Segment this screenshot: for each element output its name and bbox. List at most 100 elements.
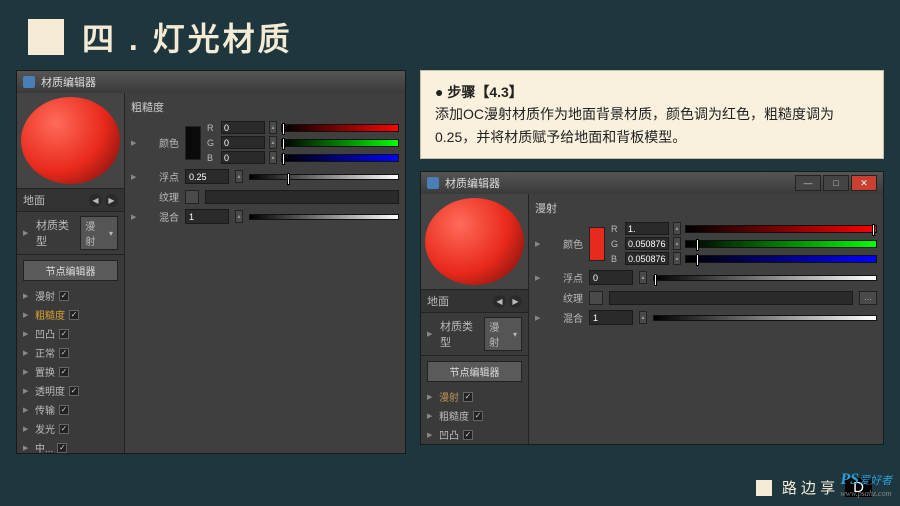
mix-input[interactable]: 1: [589, 310, 633, 325]
prop-normal[interactable]: 正常: [35, 345, 55, 360]
color-label: 颜色: [549, 236, 583, 251]
mat-type-dropdown[interactable]: 漫射: [80, 216, 118, 250]
color-swatch[interactable]: [185, 126, 201, 160]
float-label: 浮点: [145, 169, 179, 184]
left-column: 地面 ◀ ▶ ▶ 材质类型 漫射 节点编辑器 ▶漫射✓ ▶粗糙度: [17, 93, 125, 453]
g-slider[interactable]: [685, 240, 877, 248]
section-roughness: 粗糙度: [131, 99, 399, 115]
texture-browse-button[interactable]: …: [859, 291, 877, 305]
float-slider[interactable]: [653, 275, 877, 281]
content-area: 材质编辑器 地面 ◀ ▶ ▶ 材质类型: [0, 70, 900, 454]
footer-author: 路 边 享: [782, 477, 835, 498]
b-input[interactable]: 0.050876: [625, 252, 669, 265]
g-input[interactable]: 0.050876: [625, 237, 669, 250]
r-input[interactable]: 0: [221, 121, 265, 134]
expand-icon[interactable]: ▶: [131, 213, 139, 221]
prop-opacity[interactable]: 透明度: [35, 383, 65, 398]
color-label: 颜色: [145, 135, 179, 150]
prop-diffuse[interactable]: 漫射: [439, 389, 459, 404]
window-title: 材质编辑器: [41, 74, 96, 90]
watermark-ps: PS: [840, 471, 859, 488]
material-name[interactable]: 地面: [23, 192, 45, 208]
spinner-icon[interactable]: ▴: [673, 222, 681, 235]
expand-icon[interactable]: ▶: [535, 274, 543, 282]
mix-input[interactable]: 1: [185, 209, 229, 224]
spinner-icon[interactable]: ▴: [269, 151, 277, 164]
spinner-icon[interactable]: ▴: [269, 121, 277, 134]
watermark-url: www.psahz.com: [840, 489, 892, 498]
texture-menu-button[interactable]: [589, 291, 603, 305]
float-input[interactable]: 0.25: [185, 169, 229, 184]
spinner-icon[interactable]: ▴: [235, 210, 243, 223]
spinner-icon[interactable]: ▴: [639, 271, 647, 284]
g-input[interactable]: 0: [221, 136, 265, 149]
mix-slider[interactable]: [653, 315, 877, 321]
prev-arrow-icon[interactable]: ◀: [493, 295, 506, 308]
material-name[interactable]: 地面: [427, 293, 449, 309]
prev-arrow-icon[interactable]: ◀: [89, 194, 102, 207]
prop-displace[interactable]: 置换: [35, 364, 55, 379]
prop-roughness[interactable]: 粗糙度: [35, 307, 65, 322]
expand-icon[interactable]: ▶: [535, 240, 543, 248]
node-editor-button[interactable]: 节点编辑器: [427, 361, 522, 382]
prop-medium[interactable]: 中...: [35, 440, 53, 453]
titlebar[interactable]: 材质编辑器: [17, 71, 405, 93]
prop-emission[interactable]: 发光: [35, 421, 55, 436]
spinner-icon[interactable]: ▴: [235, 170, 243, 183]
minimize-button[interactable]: —: [795, 175, 821, 191]
r-slider[interactable]: [685, 225, 877, 233]
material-editor-right: 材质编辑器 — □ ✕ 地面 ◀ ▶: [420, 171, 884, 445]
prop-diffuse[interactable]: 漫射: [35, 288, 55, 303]
material-preview[interactable]: [421, 194, 528, 289]
node-editor-button[interactable]: 节点编辑器: [23, 260, 118, 281]
close-button[interactable]: ✕: [851, 175, 877, 191]
prop-roughness[interactable]: 粗糙度: [439, 408, 469, 423]
expand-icon[interactable]: ▶: [427, 330, 434, 338]
prop-bump[interactable]: 凹凸: [35, 326, 55, 341]
left-column: 地面 ◀ ▶ ▶ 材质类型 漫射 节点编辑器 ▶漫射✓ ▶粗糙度: [421, 194, 529, 444]
prop-bump[interactable]: 凹凸: [439, 427, 459, 442]
expand-icon[interactable]: ▶: [131, 173, 139, 181]
spinner-icon[interactable]: ▴: [639, 311, 647, 324]
expand-icon[interactable]: ▶: [535, 314, 543, 322]
right-column: 粗糙度 ▶ 颜色 R0▴ G0▴ B0▴ ▶ 浮点: [125, 93, 405, 453]
footer-decor-square: [756, 480, 772, 496]
material-name-row: 地面 ◀ ▶: [17, 188, 124, 212]
material-editor-left: 材质编辑器 地面 ◀ ▶ ▶ 材质类型: [16, 70, 406, 454]
material-preview[interactable]: [17, 93, 124, 188]
step-label: ● 步骤【4.3】: [435, 81, 869, 103]
texture-field[interactable]: [205, 190, 399, 204]
page-header: 四 . 灯光材质: [0, 0, 900, 70]
material-type-row: ▶ 材质类型 漫射: [17, 212, 124, 255]
instruction-box: ● 步骤【4.3】 添加OC漫射材质作为地面背景材质，颜色调为红色，粗糙度调为0…: [420, 70, 884, 159]
maximize-button[interactable]: □: [823, 175, 849, 191]
texture-field[interactable]: [609, 291, 853, 305]
next-arrow-icon[interactable]: ▶: [509, 295, 522, 308]
r-input[interactable]: 1.: [625, 222, 669, 235]
b-slider[interactable]: [685, 255, 877, 263]
prop-transmission[interactable]: 传输: [35, 402, 55, 417]
spinner-icon[interactable]: ▴: [673, 237, 681, 250]
b-slider[interactable]: [281, 154, 399, 162]
float-slider[interactable]: [249, 174, 399, 180]
mix-slider[interactable]: [249, 214, 399, 220]
color-swatch[interactable]: [589, 227, 605, 261]
texture-menu-button[interactable]: [185, 190, 199, 204]
expand-icon[interactable]: ▶: [131, 139, 139, 147]
property-list: ▶漫射✓ ▶粗糙度✓ ▶凹凸✓ ▶正常✓ ▶置换✓ ▶透明度✓ ▶传输✓ ▶发光…: [17, 286, 124, 453]
titlebar[interactable]: 材质编辑器 — □ ✕: [421, 172, 883, 194]
g-slider[interactable]: [281, 139, 399, 147]
spinner-icon[interactable]: ▴: [269, 136, 277, 149]
app-icon: [427, 177, 439, 189]
expand-icon[interactable]: ▶: [23, 229, 30, 237]
mat-type-label: 材质类型: [440, 318, 478, 350]
next-arrow-icon[interactable]: ▶: [105, 194, 118, 207]
float-input[interactable]: 0: [589, 270, 633, 285]
instruction-text: 添加OC漫射材质作为地面背景材质，颜色调为红色，粗糙度调为0.25，并将材质赋予…: [435, 103, 869, 148]
section-diffuse: 漫射: [535, 200, 877, 216]
r-slider[interactable]: [281, 124, 399, 132]
mat-type-dropdown[interactable]: 漫射: [484, 317, 522, 351]
b-input[interactable]: 0: [221, 151, 265, 164]
property-list: ▶漫射✓ ▶粗糙度✓ ▶凹凸✓ ▶正常✓: [421, 387, 528, 444]
spinner-icon[interactable]: ▴: [673, 252, 681, 265]
